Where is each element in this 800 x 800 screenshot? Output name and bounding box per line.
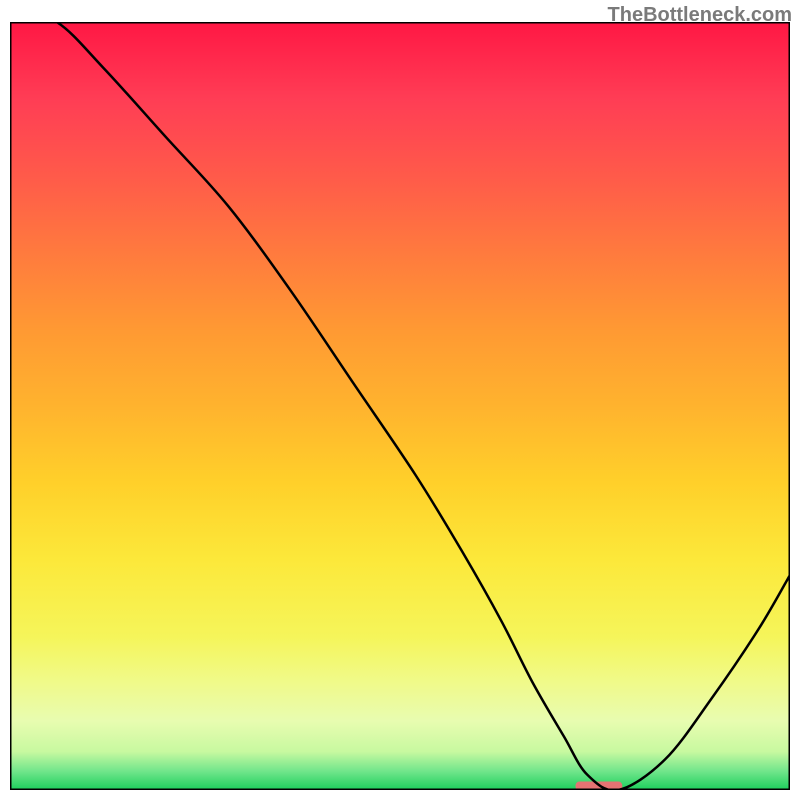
plot-frame [10, 22, 790, 790]
plot-background [10, 22, 790, 790]
chart-svg [10, 22, 790, 790]
watermark-text: TheBottleneck.com [608, 4, 792, 27]
